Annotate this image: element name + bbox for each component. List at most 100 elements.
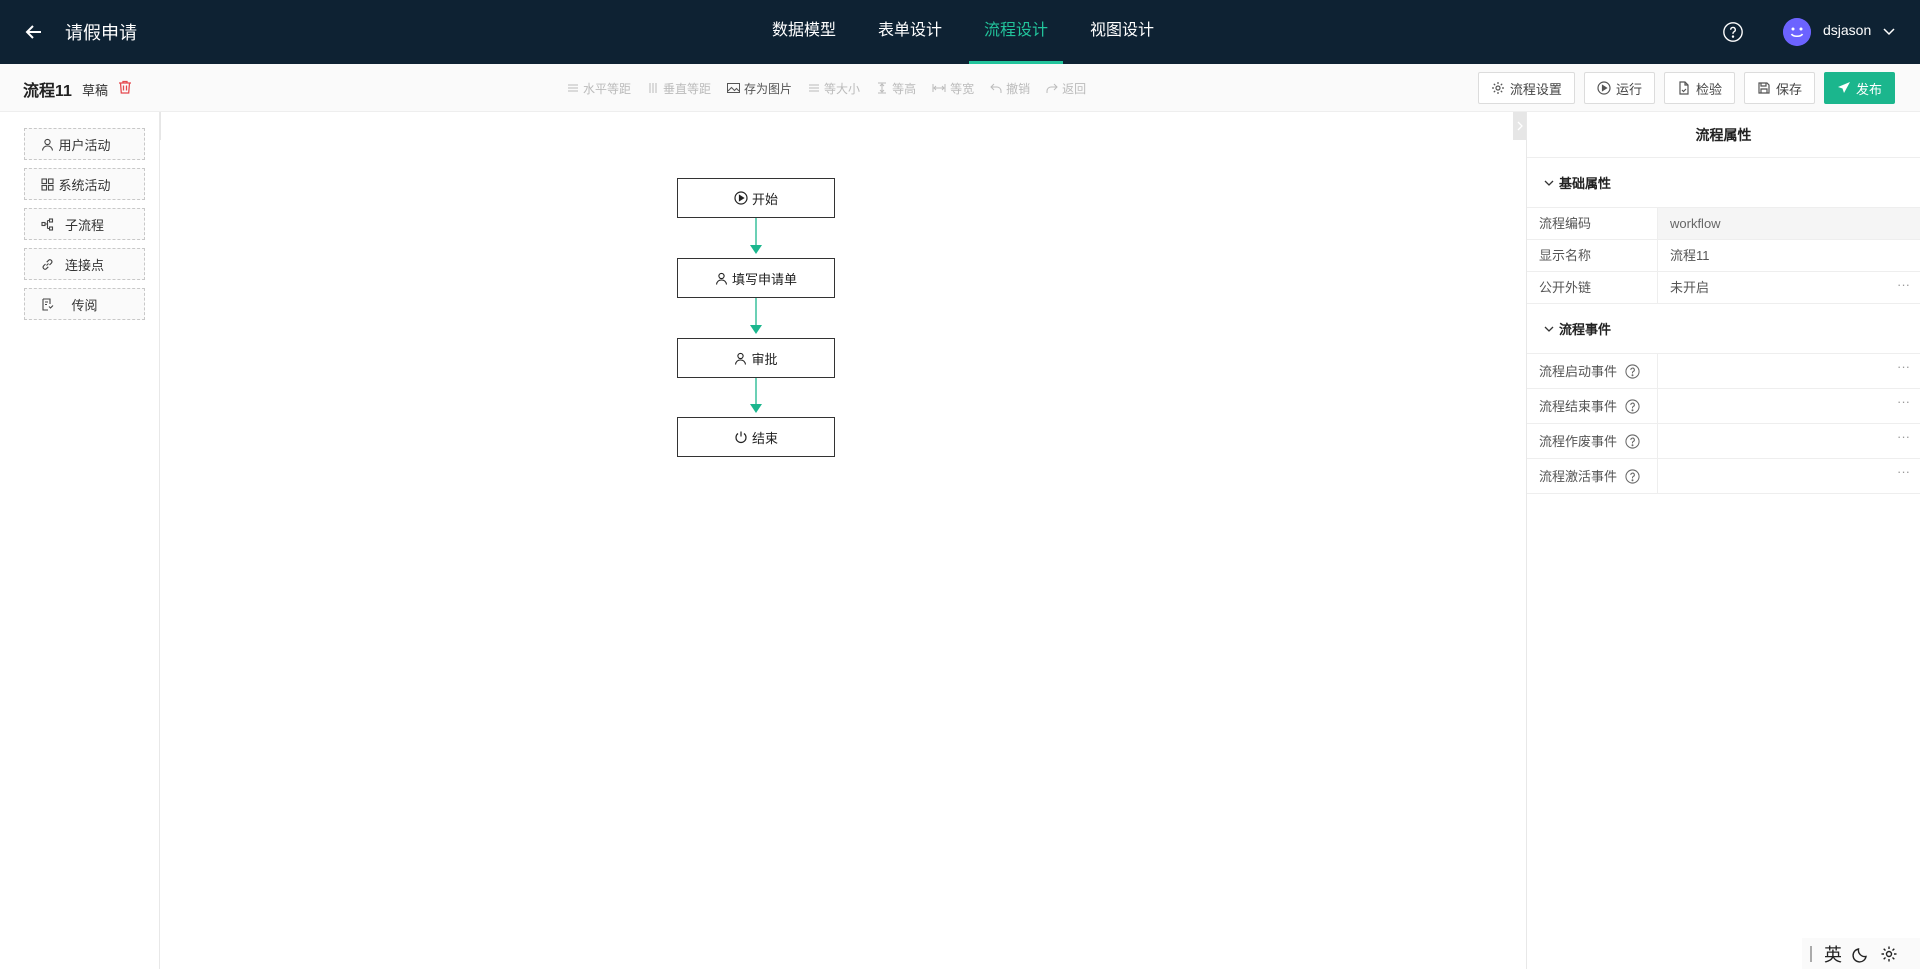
power-icon [735,431,747,444]
public-link-field[interactable]: 未开启 [1657,272,1920,303]
node-approval[interactable]: 审批 [677,338,835,378]
tool-horizontal-distribute[interactable]: 水平等距 [567,80,631,97]
ime-language-toggle[interactable]: 英 [1824,941,1842,967]
tab-form-design[interactable]: 表单设计 [863,0,957,64]
tab-view-design[interactable]: 视图设计 [1075,0,1169,64]
event-value-field[interactable] [1657,354,1920,388]
redo-icon [1046,83,1058,93]
edge-approve-to-end[interactable] [750,378,762,413]
link-icon [42,259,53,270]
undo-icon [990,83,1002,93]
trash-icon[interactable] [117,79,133,95]
question-icon[interactable] [1625,363,1640,379]
event-row-void: 流程作废事件 ··· [1527,424,1920,459]
node-fill-application[interactable]: 填写申请单 [677,258,835,298]
tool-save-image[interactable]: 存为图片 [727,80,792,97]
palette-system-activity[interactable]: 系统活动 [24,168,145,200]
section-flow-events[interactable]: 流程事件 [1527,304,1920,354]
more-icon[interactable]: ··· [1897,389,1910,415]
events-list: 流程启动事件 ··· 流程结束事件 ··· 流程作废事件 ··· 流程激活事件 … [1527,354,1920,494]
panel-title: 流程属性 [1527,112,1920,158]
flow-settings-button[interactable]: 流程设置 [1477,72,1575,104]
tool-same-height[interactable]: 等高 [876,80,916,97]
image-icon [727,83,741,93]
event-label: 流程启动事件 [1539,363,1618,379]
save-button[interactable]: 保存 [1743,72,1815,104]
palette-user-activity[interactable]: 用户活动 [24,128,145,160]
user-icon [715,272,728,285]
question-icon[interactable] [1625,468,1640,484]
gear-icon [1491,82,1504,94]
flow-edges [750,218,762,413]
subflow-icon [41,218,54,231]
user-icon [41,138,54,151]
collapse-props-handle[interactable] [1513,112,1526,140]
top-navbar: 请假申请 数据模型 表单设计 流程设计 视图设计 dsjason [0,0,1920,64]
app-title: 请假申请 [65,23,137,43]
play-icon [734,191,748,205]
node-end[interactable]: 结束 [677,417,835,457]
check-button[interactable]: 检验 [1663,72,1735,104]
tool-same-width[interactable]: 等宽 [932,80,974,97]
edge-fill-to-approve[interactable] [750,298,762,334]
event-value-field[interactable] [1657,459,1920,493]
layout-tools: 水平等距 垂直等距 存为图片 等大小 等高 等宽 撤销 返回 [567,64,1102,112]
back-arrow-icon[interactable] [22,20,46,44]
circulate-icon [42,298,54,311]
more-icon[interactable]: ··· [1897,459,1910,485]
prop-row-code: 流程编码 workflow [1527,208,1920,240]
user-icon [735,352,747,365]
main-tabs: 数据模型 表单设计 流程设计 视图设计 [757,0,1181,64]
tab-flow-design[interactable]: 流程设计 [969,0,1064,64]
palette-connector[interactable]: 连接点 [24,248,145,280]
same-width-icon [932,84,946,92]
moon-icon[interactable] [1852,945,1870,963]
ime-tray: 英 [1802,938,1920,969]
chevron-down-icon [1544,180,1554,186]
event-label: 流程作废事件 [1539,433,1618,449]
tab-data-model[interactable]: 数据模型 [757,0,851,64]
section-basic-properties[interactable]: 基础属性 [1527,158,1920,208]
designer-toolbar: 流程11 草稿 水平等距 垂直等距 存为图片 等大小 等高 等宽 撤销 返回 流… [0,64,1920,112]
avatar[interactable] [1783,18,1811,46]
publish-button[interactable]: 发布 [1823,72,1895,104]
gear-icon[interactable] [1880,945,1898,963]
event-value-field[interactable] [1657,389,1920,423]
chevron-right-icon [1517,121,1523,131]
run-button[interactable]: 运行 [1583,72,1655,104]
flow-name: 流程11 [23,83,72,100]
palette-subflow[interactable]: 子流程 [24,208,145,240]
prop-label: 公开外链 [1539,279,1592,295]
tool-vertical-distribute[interactable]: 垂直等距 [647,80,711,97]
prop-row-public-link: 公开外链 未开启 ··· [1527,272,1920,304]
more-icon[interactable]: ··· [1897,272,1910,298]
play-icon [1597,81,1611,95]
event-label: 流程激活事件 [1539,468,1618,484]
edge-start-to-fill[interactable] [750,218,762,254]
question-icon[interactable] [1625,433,1640,449]
save-icon [1758,82,1770,94]
more-icon[interactable]: ··· [1897,354,1910,380]
tool-same-size[interactable]: 等大小 [808,80,860,97]
flow-canvas[interactable]: 开始 填写申请单 审批 结束 [161,112,1526,969]
grid-icon [41,178,54,191]
help-icon[interactable] [1722,21,1744,43]
tool-undo[interactable]: 撤销 [990,80,1030,97]
username[interactable]: dsjason [1823,22,1871,38]
display-name-field[interactable]: 流程11 [1657,240,1920,271]
align-horizontal-icon [568,84,578,92]
prop-label: 显示名称 [1539,247,1592,263]
chevron-down-icon[interactable] [1882,24,1896,38]
align-vertical-icon [649,83,657,93]
prop-row-name: 显示名称 流程11 [1527,240,1920,272]
more-icon[interactable]: ··· [1897,424,1910,450]
status-badge: 草稿 [82,83,109,98]
event-label: 流程结束事件 [1539,398,1618,414]
same-height-icon [878,82,887,94]
palette-circulate[interactable]: 传阅 [24,288,145,320]
event-value-field[interactable] [1657,424,1920,458]
tool-redo[interactable]: 返回 [1046,80,1086,97]
question-icon[interactable] [1625,398,1640,414]
node-start[interactable]: 开始 [677,178,835,218]
send-icon [1837,82,1850,93]
